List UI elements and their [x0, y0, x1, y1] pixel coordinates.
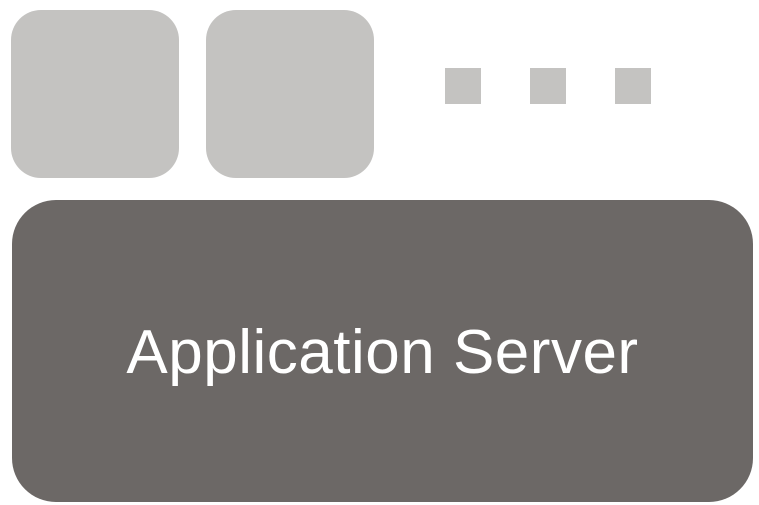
application-tile-1: [11, 10, 179, 178]
application-server-label: Application Server: [126, 317, 639, 387]
ellipsis-dot-2: [530, 68, 566, 104]
application-server-box: Application Server: [12, 200, 753, 502]
ellipsis-dot-3: [615, 68, 651, 104]
application-tile-2: [206, 10, 374, 178]
ellipsis-dot-1: [445, 68, 481, 104]
